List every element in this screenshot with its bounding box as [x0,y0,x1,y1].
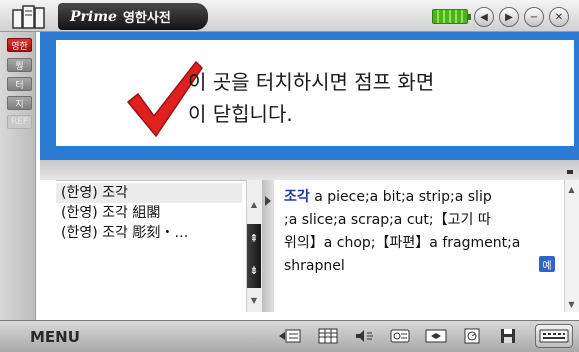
definition-scroll-up-icon[interactable]: ▲ [564,183,579,195]
pronounce-icon[interactable] [350,325,378,347]
definition-text-1: a piece;a bit;a strip;a slip [309,189,492,205]
example-badge[interactable]: 예 [539,256,555,272]
definition-line-2: ;a slice;a scrap;a cut;【고기 따 [284,212,491,228]
list-item[interactable]: (한영) 조각 組閣 [61,203,160,223]
definition-line-4: shrapnel [284,258,345,274]
sidebar-tab-4[interactable]: 지 [7,96,32,110]
popup-message-line1: 이 곳을 터치하시면 점프 화면 [188,70,435,94]
popup-message-line2: 이 닫힙니다. [188,102,293,126]
definition-pane: 조각 a piece;a bit;a strip;a slip ;a slice… [276,180,563,312]
swap-icon[interactable] [422,325,450,347]
page-down-icon[interactable]: ⇟ [247,264,261,277]
dictionary-sidebar [0,32,36,320]
sidebar-tab-3[interactable]: 터 [7,77,32,91]
definition-line-3: 위의】a chop;【파편】a fragment;a [284,235,521,251]
back-icon[interactable]: ◀ [474,7,494,27]
dictionary-window: Prime 영한사전 ◀ ▶ − ✕ 영한 뭥 터 지 REF 이 곳을 터치하… [0,0,579,352]
scroll-up-icon[interactable]: ▲ [246,198,262,210]
definition-scrollbar[interactable] [564,180,579,312]
resize-handle-icon[interactable] [567,170,573,174]
memo-icon[interactable] [458,325,486,347]
minimize-icon[interactable]: − [524,7,544,27]
brand-name: Prime [70,8,117,25]
separator-strip [40,160,579,180]
app-menu-icon[interactable] [12,4,46,30]
definition-scroll-down-icon[interactable]: ▼ [564,298,579,310]
popup-message: 이 곳을 터치하시면 점프 화면 이 닫힙니다. [188,66,434,130]
list-item[interactable]: (한영) 조각 [56,183,242,203]
battery-icon [432,9,471,24]
keyboard-icon[interactable] [535,324,573,348]
scroll-down-icon[interactable]: ▼ [246,294,262,306]
menu-button[interactable]: MENU [30,327,100,347]
app-title-text: 영한사전 [122,11,171,26]
sidebar-tab-ref[interactable]: REF [7,115,32,129]
sidebar-tab-eng-kor[interactable]: 영한 [7,38,32,52]
send-icon[interactable] [276,325,304,347]
word-icon[interactable] [386,325,414,347]
headword: 조각 [284,189,310,205]
forward-icon[interactable]: ▶ [499,7,519,27]
app-title: Prime 영한사전 [58,3,208,30]
list-item[interactable]: (한영) 조각 彫刻・… [61,223,188,243]
expand-arrow-icon[interactable] [265,196,271,206]
word-list: (한영) 조각 (한영) 조각 組閣 (한영) 조각 彫刻・… [56,180,262,312]
close-icon[interactable]: ✕ [549,7,569,27]
definition-line-1: 조각 a piece;a bit;a strip;a slip [284,186,492,209]
save-icon[interactable] [494,325,522,347]
grid-icon[interactable] [314,325,342,347]
page-up-icon[interactable]: ⇞ [247,232,261,245]
sidebar-tab-2[interactable]: 뭥 [7,58,32,72]
